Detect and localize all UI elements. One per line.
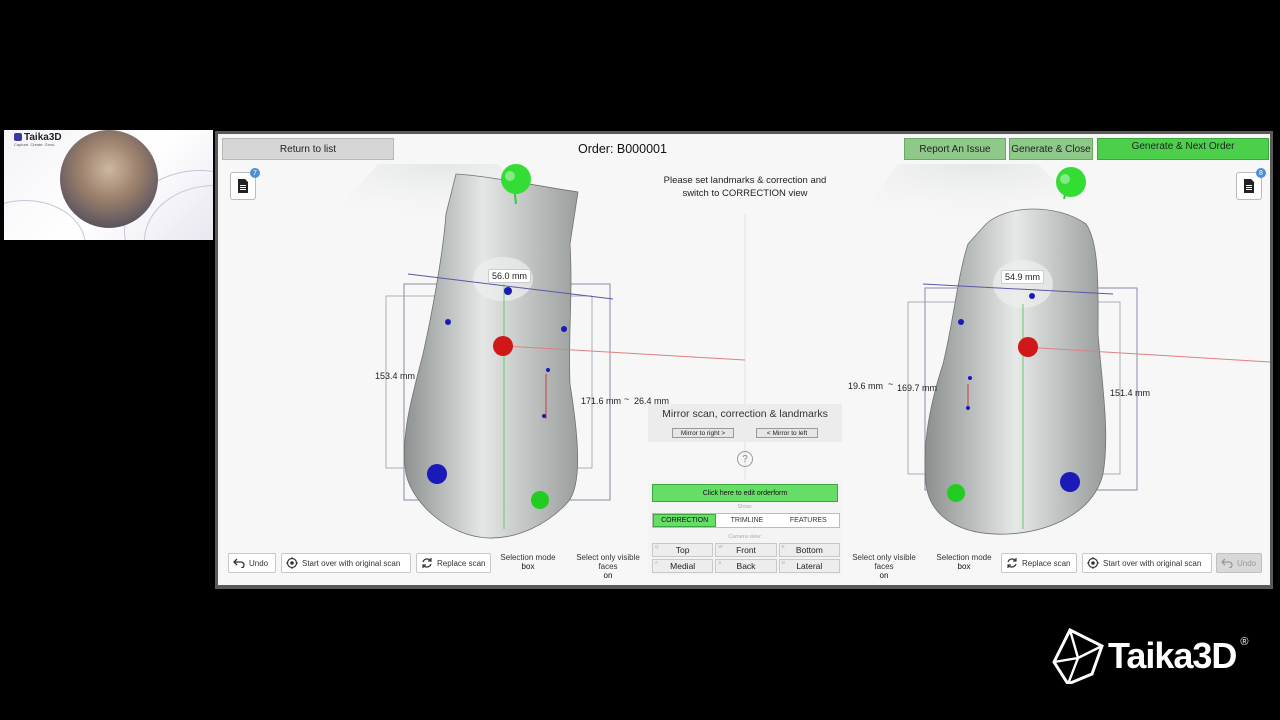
webcam-feed: Taika3D Capture. Create. Grow. <box>4 130 213 240</box>
generate-close-button[interactable]: Generate & Close <box>1009 138 1093 160</box>
camera-top-label: Top <box>675 545 690 555</box>
tab-features[interactable]: FEATURES <box>778 514 839 527</box>
presenter-avatar <box>60 130 158 228</box>
taika-logo-icon <box>1052 628 1104 684</box>
generate-next-order-button[interactable]: Generate & Next Order <box>1097 138 1269 160</box>
undo-icon <box>1221 558 1233 568</box>
left-undo-button[interactable]: Undo <box>228 553 276 573</box>
right-length-measure: 169.7 mm <box>897 383 938 393</box>
shortcut-key: E <box>781 544 785 549</box>
start-over-label: Start over with original scan <box>302 558 401 568</box>
app-window: Return to list Order: B000001 Report An … <box>218 134 1270 585</box>
camera-front-label: Front <box>736 545 756 555</box>
right-length-sep: ~ <box>888 379 894 389</box>
mirror-title: Mirror scan, correction & landmarks <box>662 408 828 420</box>
camera-bottom-button[interactable]: E Bottom <box>778 543 840 557</box>
left-selection-mode[interactable]: Selection mode box <box>498 553 558 571</box>
left-visible-faces-toggle[interactable]: Select only visible faces on <box>566 553 650 580</box>
document-icon <box>1244 179 1254 193</box>
left-height-measure: 153.4 mm <box>375 371 416 381</box>
left-length-sep: ~ <box>624 394 630 404</box>
camera-view-label: Camera view: <box>728 534 762 540</box>
camera-lateral-label: Lateral <box>796 561 823 571</box>
return-to-list-button[interactable]: Return to list <box>222 138 394 160</box>
camera-bottom-label: Bottom <box>795 545 823 555</box>
left-doc-badge: 7 <box>250 168 260 178</box>
brand-watermark: Taika3D ® <box>1052 626 1249 686</box>
right-replace-scan-button[interactable]: Replace scan <box>1001 553 1077 573</box>
camera-front-button[interactable]: W Front <box>715 543 777 557</box>
visible-faces-value: on <box>603 571 613 580</box>
visible-faces-label: Select only visible faces <box>852 553 916 571</box>
show-label: Show: <box>737 504 753 510</box>
selection-mode-value: box <box>957 562 971 571</box>
left-orderform-doc-icon[interactable]: 7 <box>230 168 260 200</box>
right-doc-badge: 8 <box>1256 168 1266 178</box>
mirror-to-left-button[interactable]: < Mirror to left <box>756 428 818 438</box>
shortcut-key: A <box>655 560 659 565</box>
right-height-measure: 151.4 mm <box>1110 388 1151 398</box>
view-control-panel: Click here to edit orderform Show: CORRE… <box>648 480 842 575</box>
question-icon[interactable]: ? <box>737 451 753 467</box>
right-depth-measure: 19.6 mm <box>848 381 884 391</box>
edit-orderform-button[interactable]: Click here to edit orderform <box>652 484 838 502</box>
brand-registered-mark: ® <box>1240 636 1249 648</box>
taika-logo-icon <box>14 133 22 141</box>
refresh-icon <box>1007 558 1017 568</box>
right-width-measure: 54.9 mm <box>1001 270 1045 284</box>
camera-view-grid: Q Top W Front E Bottom A Medial S Back D Later… <box>652 543 840 573</box>
replace-scan-label: Replace scan <box>1022 558 1071 568</box>
tab-trimline[interactable]: TRIMLINE <box>716 514 777 527</box>
left-width-measure: 56.0 mm <box>488 269 532 283</box>
camera-lateral-button[interactable]: D Lateral <box>778 559 840 573</box>
mirror-panel: Mirror scan, correction & landmarks Mirr… <box>648 404 842 442</box>
target-icon <box>286 557 298 569</box>
brand-text: Taika3D <box>1108 635 1237 676</box>
right-visible-faces-toggle[interactable]: Select only visible faces on <box>842 553 926 580</box>
camera-medial-button[interactable]: A Medial <box>652 559 714 573</box>
right-orderform-doc-icon[interactable]: 8 <box>1236 168 1266 200</box>
right-selection-mode[interactable]: Selection mode box <box>932 553 996 571</box>
left-start-over-button[interactable]: Start over with original scan <box>281 553 411 573</box>
show-tabs: CORRECTION TRIMLINE FEATURES <box>652 513 840 528</box>
camera-back-button[interactable]: S Back <box>715 559 777 573</box>
target-icon <box>1087 557 1099 569</box>
start-over-label: Start over with original scan <box>1103 558 1202 568</box>
left-length-measure: 171.6 mm <box>581 396 622 406</box>
webcam-logo: Taika3D Capture. Create. Grow. <box>14 132 62 147</box>
undo-label: Undo <box>249 558 269 568</box>
webcam-tagline: Capture. Create. Grow. <box>14 142 56 147</box>
shortcut-key: Q <box>655 544 659 549</box>
report-issue-button[interactable]: Report An Issue <box>904 138 1006 160</box>
tab-correction[interactable]: CORRECTION <box>653 514 717 527</box>
shortcut-key: D <box>781 560 785 565</box>
camera-top-button[interactable]: Q Top <box>652 543 714 557</box>
replace-scan-label: Replace scan <box>437 558 486 568</box>
left-replace-scan-button[interactable]: Replace scan <box>416 553 491 573</box>
selection-mode-label: Selection mode <box>936 553 992 562</box>
refresh-icon <box>422 558 432 568</box>
order-title: Order: B000001 <box>578 142 667 156</box>
camera-medial-label: Medial <box>670 561 696 571</box>
visible-faces-label: Select only visible faces <box>576 553 640 571</box>
right-undo-button[interactable]: Undo <box>1216 553 1262 573</box>
selection-mode-value: box <box>521 562 535 571</box>
camera-back-label: Back <box>736 561 756 571</box>
instruction-text: Please set landmarks & correction and sw… <box>663 175 827 199</box>
mirror-to-right-button[interactable]: Mirror to right > <box>672 428 734 438</box>
shortcut-key: W <box>718 544 723 549</box>
selection-mode-label: Selection mode <box>500 553 556 562</box>
undo-label: Undo <box>1237 558 1257 568</box>
undo-icon <box>233 558 245 568</box>
visible-faces-value: on <box>879 571 889 580</box>
right-start-over-button[interactable]: Start over with original scan <box>1082 553 1212 573</box>
document-icon <box>238 179 248 193</box>
shortcut-key: S <box>718 560 722 565</box>
